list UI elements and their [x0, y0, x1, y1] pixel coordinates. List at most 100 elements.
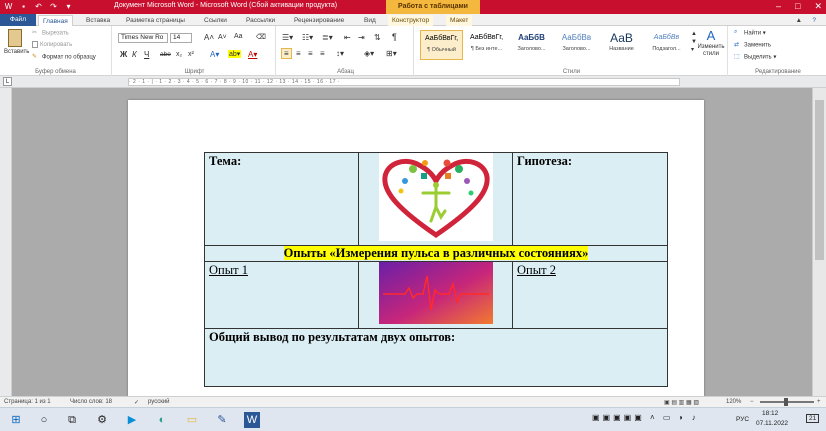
view-buttons[interactable]: ▣ ▤ ▥ ▦ ▧	[664, 399, 699, 406]
ruler-strip[interactable]: · 2 · 1 · | · 1 · 2 · 3 · 4 · 5 · 6 · 7 …	[128, 78, 680, 86]
experiment1-cell[interactable]: Опыт 1	[204, 261, 359, 329]
replace-button[interactable]: ⇄ Заменить	[734, 41, 771, 49]
editor-app-icon[interactable]: ✎	[214, 412, 230, 428]
text-effects-icon[interactable]: A▾	[210, 50, 219, 59]
font-size-combo[interactable]: 14	[170, 33, 192, 43]
hypothesis-cell[interactable]: Гипотеза:	[512, 152, 668, 246]
subscript-button[interactable]: x₂	[176, 51, 182, 58]
tab-table-layout[interactable]: Макет	[446, 15, 473, 26]
grow-font-button[interactable]: A˄	[204, 33, 214, 42]
format-painter-button[interactable]: ✎ Формат по образцу	[32, 53, 96, 61]
word-app-icon[interactable]: W	[3, 1, 14, 12]
tab-references[interactable]: Ссылки	[200, 15, 231, 26]
style-subtitle[interactable]: АаБбВв Подзагол...	[645, 30, 688, 60]
page-count[interactable]: Страница: 1 из 1	[4, 399, 51, 405]
document-page[interactable]: Тема: Гипотеза: Опыты «Измерения пульса …	[128, 100, 704, 400]
highlight-icon[interactable]: ab▾	[228, 50, 242, 58]
clear-format-icon[interactable]: ⌫	[256, 33, 266, 41]
zoom-in-icon[interactable]: +	[817, 399, 821, 405]
input-language[interactable]: РУС	[736, 416, 749, 423]
bold-button[interactable]: Ж	[120, 50, 127, 59]
media-icon[interactable]: ▶	[124, 412, 140, 428]
scroll-thumb[interactable]	[815, 100, 824, 260]
zoom-slider-knob[interactable]	[784, 398, 788, 406]
redo-icon[interactable]: ↷	[48, 1, 59, 12]
shrink-font-button[interactable]: A˅	[218, 34, 227, 41]
line-spacing-icon[interactable]: ↕▾	[336, 49, 344, 58]
tab-mailings[interactable]: Рассылки	[242, 15, 279, 26]
strikethrough-button[interactable]: abe	[160, 51, 171, 58]
style-heading2[interactable]: АаБбВв Заголово...	[555, 30, 598, 60]
font-color-icon[interactable]: A▾	[248, 50, 257, 59]
font-name-combo[interactable]: Times New Ro	[118, 33, 168, 43]
increase-indent-icon[interactable]: ⇥	[358, 33, 365, 42]
tab-insert[interactable]: Вставка	[82, 15, 114, 26]
change-case-button[interactable]: Aa	[234, 33, 243, 40]
close-icon[interactable]: ✕	[814, 1, 822, 12]
heart-health-image[interactable]	[361, 153, 511, 241]
minimize-icon[interactable]: –	[776, 1, 781, 12]
italic-button[interactable]: К	[132, 50, 137, 59]
justify-icon[interactable]: ≡	[320, 49, 325, 58]
tab-selector-icon[interactable]: L	[3, 77, 12, 86]
find-button[interactable]: ⌕ Найти ▾	[734, 29, 766, 37]
zoom-slider[interactable]	[760, 398, 814, 406]
change-styles-button[interactable]: A Изменить стили	[696, 28, 726, 58]
multilevel-list-icon[interactable]: ≣▾	[322, 33, 333, 42]
show-marks-button[interactable]: ¶	[392, 32, 397, 42]
clock-time[interactable]: 18:12	[762, 410, 778, 417]
proofing-icon[interactable]: ✓	[134, 399, 139, 406]
tab-review[interactable]: Рецензирование	[290, 15, 348, 26]
tab-file[interactable]: Файл	[0, 14, 36, 26]
tab-table-design[interactable]: Конструктор	[388, 15, 434, 26]
superscript-button[interactable]: x²	[188, 51, 194, 58]
language-indicator[interactable]: русский	[148, 399, 170, 405]
align-right-icon[interactable]: ≡	[308, 49, 313, 58]
settings-icon[interactable]: ⚙	[94, 412, 110, 428]
zoom-out-icon[interactable]: −	[750, 399, 754, 405]
maximize-icon[interactable]: □	[795, 1, 800, 12]
underline-button[interactable]: Ч	[144, 50, 149, 59]
borders-icon[interactable]: ⊞▾	[386, 49, 397, 58]
banner-cell[interactable]: Опыты «Измерения пульса в различных сост…	[204, 245, 668, 262]
word-count[interactable]: Число слов: 18	[70, 399, 112, 405]
style-heading1[interactable]: АаБбВ Заголово...	[510, 30, 553, 60]
cut-button[interactable]: ✂ Вырезать	[32, 29, 69, 37]
tab-view[interactable]: Вид	[360, 15, 380, 26]
style-normal[interactable]: АаБбВвГг, ¶ Обычный	[420, 30, 463, 60]
ribbon-collapse-icon[interactable]: ▲	[792, 15, 806, 26]
tray-icons[interactable]: ▣▣▣▣▣ ˄ ▭ ◗ ♪	[592, 413, 699, 422]
tab-page-layout[interactable]: Разметка страницы	[122, 15, 189, 26]
pulse-image-cell[interactable]	[358, 261, 513, 329]
style-no-spacing[interactable]: АаБбВвГг, ¶ Без инте...	[465, 30, 508, 60]
copy-button[interactable]: Копировать	[32, 41, 72, 48]
edge-icon[interactable]: ◐	[154, 412, 170, 428]
shading-icon[interactable]: ◈▾	[364, 49, 374, 58]
pulse-image[interactable]	[361, 262, 511, 324]
vertical-scrollbar[interactable]	[812, 88, 826, 396]
heart-image-cell[interactable]	[358, 152, 513, 246]
search-icon[interactable]: ○	[36, 412, 52, 428]
tab-home[interactable]: Главная	[38, 15, 73, 26]
task-view-icon[interactable]: ⧉	[64, 412, 80, 428]
bullets-icon[interactable]: ☰▾	[282, 33, 293, 42]
style-title[interactable]: АаВ Название	[600, 30, 643, 60]
notifications-badge[interactable]: 21	[806, 414, 820, 423]
paste-button[interactable]: Вставить	[4, 29, 29, 55]
help-icon[interactable]: ?	[808, 15, 820, 26]
numbering-icon[interactable]: ☷▾	[302, 33, 313, 42]
word-taskbar-icon[interactable]: W	[244, 412, 260, 428]
experiment2-cell[interactable]: Опыт 2	[512, 261, 668, 329]
conclusion-cell[interactable]: Общий вывод по результатам двух опытов:	[204, 328, 668, 387]
start-icon[interactable]: ⊞	[8, 412, 24, 428]
file-explorer-icon[interactable]: ▭	[184, 412, 200, 428]
sort-icon[interactable]: ⇅	[374, 33, 381, 42]
align-left-icon[interactable]: ≡	[281, 48, 292, 59]
align-center-icon[interactable]: ≡	[296, 49, 301, 58]
zoom-level[interactable]: 120%	[726, 399, 741, 405]
decrease-indent-icon[interactable]: ⇤	[344, 33, 351, 42]
undo-icon[interactable]: ↶	[33, 1, 44, 12]
select-button[interactable]: ⬚ Выделить ▾	[734, 53, 776, 61]
clock-date[interactable]: 07.11.2022	[756, 420, 788, 427]
topic-cell[interactable]: Тема:	[204, 152, 359, 246]
